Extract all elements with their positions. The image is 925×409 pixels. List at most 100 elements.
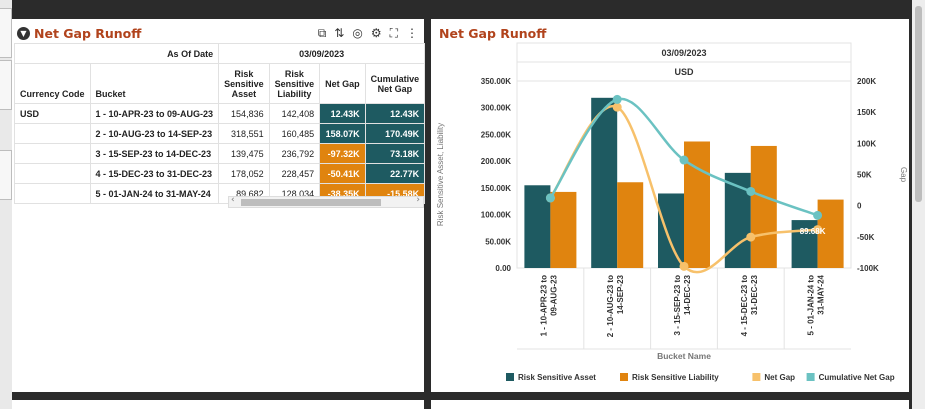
bucket-cell[interactable]: 1 - 10-APR-23 to 09-AUG-23 [89,103,220,124]
net-gap-chart-panel: Net Gap Runoff 03/09/2023 USD 0.00 50.00K 10… [431,19,909,392]
legend-swatch[interactable] [620,373,628,381]
col-header-rsa[interactable]: Risk Sensitive Asset [218,63,270,104]
col-header-currency[interactable]: Currency Code [14,63,91,104]
horizontal-scrollbar[interactable]: ‹ › [228,195,424,208]
pivot-table: As Of Date 03/09/2023 Currency Code Buck… [13,43,426,204]
table-row[interactable]: USD 1 - 10-APR-23 to 09-AUG-23 154,836 142,… [14,103,426,124]
currency-cell[interactable] [14,123,91,144]
rsa-cell[interactable]: 139,475 [218,143,270,164]
y-left-tick-label: 300.00K [481,104,511,113]
cumulative-gap-point[interactable] [545,193,555,203]
net-gap-point[interactable] [679,261,689,271]
y-left-tick-label: 0.00 [495,264,511,273]
currency-cell[interactable] [14,143,91,164]
y-right-tick-label: -100K [857,264,879,273]
y-left-tick-label: 200.00K [481,157,511,166]
legend-swatch[interactable] [806,373,815,381]
bucket-cell[interactable]: 3 - 15-SEP-23 to 14-DEC-23 [89,143,220,164]
left-edge-tab[interactable] [0,8,12,58]
panel-title-text: Net Gap Runoff [34,25,142,41]
net-gap-point[interactable] [612,102,622,112]
legend-label-3: Cumulative Net Gap [819,373,895,382]
bar-rsl[interactable] [550,191,577,268]
bar-rsl[interactable] [750,145,777,268]
rsa-cell[interactable]: 154,836 [218,103,270,124]
cumulative-gap-cell[interactable]: 12.43K [364,103,426,124]
bar-rsa[interactable] [658,193,684,268]
col-header-cumulative[interactable]: Cumulative Net Gap [364,63,426,104]
bar-rsa[interactable] [591,97,618,268]
y-right-tick-label: 200K [857,77,876,86]
rsl-cell[interactable]: 160,485 [268,123,321,144]
net-gap-cell[interactable]: -50.41K [319,163,366,184]
net-gap-cell[interactable]: 12.43K [319,103,366,124]
bucket-cell[interactable]: 4 - 15-DEC-23 to 31-DEC-23 [89,163,220,184]
x-tick-label: 31-DEC-23 [750,274,759,315]
currency-cell[interactable] [14,163,91,184]
y-left-axis-title: Risk Sensitive Asset, Liability [436,123,445,226]
col-header-net-gap[interactable]: Net Gap [319,63,366,104]
more-icon[interactable]: ⋮ [406,26,418,40]
scroll-right-icon[interactable]: › [416,195,420,205]
bucket-cell[interactable]: 2 - 10-AUG-23 to 14-SEP-23 [89,123,220,144]
x-tick-label: 14-SEP-23 [616,274,625,314]
cumulative-gap-point[interactable] [813,210,823,220]
scrollbar-thumb[interactable] [241,199,381,206]
chart-header-date: 03/09/2023 [661,48,706,58]
x-axis-title: Bucket Name [657,351,711,361]
currency-cell[interactable]: USD [14,103,91,124]
net-gap-cell[interactable]: -97.32K [319,143,366,164]
legend-label-1: Risk Sensitive Liability [632,373,719,382]
legend-swatch[interactable] [506,373,514,381]
net-gap-table-panel: ▼ Net Gap Runoff ⧉ ⇅ ◎ ⚙ ⛶ ⋮ As Of Date … [12,19,426,392]
left-edge-strip [0,0,12,409]
page-scrollbar[interactable] [912,0,925,409]
legend-swatch[interactable] [752,373,761,381]
net-gap-chart[interactable]: 03/09/2023 USD 0.00 50.00K 100.00K 150.00K 200… [431,19,909,392]
page-scrollbar-thumb[interactable] [915,6,922,202]
col-header-rsl[interactable]: Risk Sensitive Liability [268,63,321,104]
left-edge-tab[interactable] [0,150,12,200]
currency-cell[interactable] [14,183,91,204]
expand-icon[interactable]: ⛶ [390,26,398,41]
bar-rsl[interactable] [617,182,644,268]
y-right-tick-label: 100K [857,139,876,148]
y-left-tick-label: 50.00K [485,237,511,246]
cumulative-gap-point[interactable] [612,94,622,104]
panel-title: ▼ Net Gap Runoff [17,22,141,44]
rsl-cell[interactable]: 228,457 [268,163,321,184]
y-right-tick-label: 50K [857,171,872,180]
chart-settings-icon[interactable]: ⚙ [371,26,382,40]
chart-header-currency: USD [674,67,694,77]
panel-toolbar: ⧉ ⇅ ◎ ⚙ ⛶ ⋮ [318,22,418,44]
col-header-bucket[interactable]: Bucket [89,63,220,104]
table-row[interactable]: 4 - 15-DEC-23 to 31-DEC-23 178,052 228,457… [14,163,426,184]
rsa-cell[interactable]: 178,052 [218,163,270,184]
net-gap-cell[interactable]: 158.07K [319,123,366,144]
rsl-cell[interactable]: 142,408 [268,103,321,124]
cumulative-gap-point[interactable] [746,186,756,196]
net-gap-point[interactable] [746,232,756,242]
table-row[interactable]: 3 - 15-SEP-23 to 14-DEC-23 139,475 236,792… [14,143,426,164]
left-edge-tab[interactable] [0,60,12,110]
rsa-cell[interactable]: 318,551 [218,123,270,144]
y-left-tick-label: 350.00K [481,77,511,86]
target-icon[interactable]: ◎ [352,26,362,40]
rsl-cell[interactable]: 236,792 [268,143,321,164]
cumulative-gap-cell[interactable]: 170.49K [364,123,426,144]
y-left-tick-label: 150.00K [481,184,511,193]
y-right-axis-title: Gap [899,167,908,183]
x-tick-label: 5 - 01-JAN-24 to [807,275,816,336]
sort-icon[interactable]: ⇅ [334,26,344,40]
legend-label-0: Risk Sensitive Asset [518,373,596,382]
cumulative-gap-point[interactable] [679,155,689,165]
table-view-icon[interactable]: ⧉ [318,26,327,41]
bucket-cell[interactable]: 5 - 01-JAN-24 to 31-MAY-24 [89,183,220,204]
next-panel-right [431,400,909,409]
cumulative-gap-cell[interactable]: 73.18K [364,143,426,164]
cumulative-gap-cell[interactable]: 22.77K [364,163,426,184]
y-right-tick-label: 0 [857,202,862,211]
filter-icon[interactable]: ▼ [17,26,30,40]
table-row[interactable]: 2 - 10-AUG-23 to 14-SEP-23 318,551 160,485… [14,123,426,144]
scroll-left-icon[interactable]: ‹ [231,195,235,205]
